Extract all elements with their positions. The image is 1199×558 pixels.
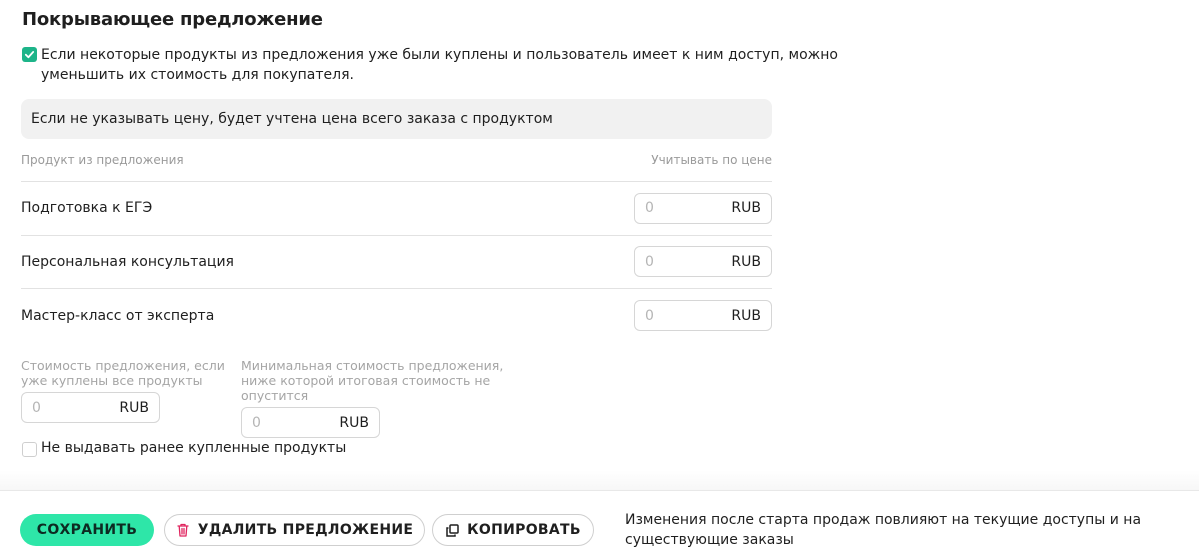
- no-give-checkbox-row[interactable]: Не выдавать ранее купленные продукты: [22, 438, 346, 458]
- delete-offer-label: УДАЛИТЬ ПРЕДЛОЖЕНИЕ: [197, 522, 414, 538]
- save-button-label: СОХРАНИТЬ: [36, 522, 138, 538]
- currency-label: RUB: [731, 253, 761, 270]
- currency-label: RUB: [119, 399, 149, 416]
- price-placeholder: 0: [645, 200, 654, 217]
- footer-shadow: [0, 470, 1199, 490]
- table-row: Мастер-класс от эксперта 0 RUB: [21, 289, 772, 343]
- no-give-checkbox[interactable]: [22, 441, 37, 457]
- product-name: Подготовка к ЕГЭ: [21, 200, 153, 217]
- price-input[interactable]: 0 RUB: [634, 192, 772, 224]
- price-placeholder: 0: [645, 253, 654, 270]
- currency-label: RUB: [731, 200, 761, 217]
- price-input[interactable]: 0 RUB: [634, 246, 772, 278]
- currency-label: RUB: [339, 414, 369, 431]
- copy-button[interactable]: КОПИРОВАТЬ: [432, 514, 594, 546]
- reduce-price-label: Если некоторые продукты из предложения у…: [41, 47, 838, 83]
- table-header: Продукт из предложения Учитывать по цене: [21, 153, 772, 182]
- reduce-price-checkbox[interactable]: [22, 47, 37, 62]
- copy-icon: [445, 523, 459, 537]
- all-bought-cost-label: Стоимость предложения, если уже куплены …: [21, 358, 225, 388]
- reduce-price-checkbox-row[interactable]: Если некоторые продукты из предложения у…: [22, 45, 872, 85]
- table-row: Персональная консультация 0 RUB: [21, 236, 772, 289]
- save-button[interactable]: СОХРАНИТЬ: [20, 514, 154, 546]
- check-icon: [24, 51, 35, 59]
- all-bought-cost-block: Стоимость предложения, если уже куплены …: [21, 358, 231, 423]
- min-cost-block: Минимальная стоимость предложения, ниже …: [241, 358, 541, 438]
- price-placeholder: 0: [32, 399, 41, 416]
- min-cost-label: Минимальная стоимость предложения, ниже …: [241, 358, 504, 403]
- products-table: Продукт из предложения Учитывать по цене…: [21, 153, 772, 343]
- table-row: Подготовка к ЕГЭ 0 RUB: [21, 182, 772, 236]
- delete-offer-button[interactable]: УДАЛИТЬ ПРЕДЛОЖЕНИЕ: [164, 514, 425, 546]
- copy-label: КОПИРОВАТЬ: [467, 522, 581, 538]
- info-text: Если не указывать цену, будет учтена цен…: [31, 111, 553, 127]
- all-bought-cost-input[interactable]: 0 RUB: [21, 392, 160, 423]
- trash-icon: [176, 523, 190, 537]
- column-header-price: Учитывать по цене: [651, 153, 772, 167]
- footer-bar: СОХРАНИТЬ УДАЛИТЬ ПРЕДЛОЖЕНИЕ КОПИРОВАТЬ…: [0, 490, 1199, 558]
- no-give-label: Не выдавать ранее купленные продукты: [41, 440, 347, 456]
- currency-label: RUB: [731, 307, 761, 324]
- product-name: Персональная консультация: [21, 253, 234, 270]
- info-box: Если не указывать цену, будет учтена цен…: [21, 99, 772, 139]
- price-input[interactable]: 0 RUB: [634, 300, 772, 332]
- product-name: Мастер-класс от эксперта: [21, 307, 215, 324]
- min-cost-input[interactable]: 0 RUB: [241, 407, 380, 438]
- column-header-product: Продукт из предложения: [21, 153, 184, 167]
- footer-note: Изменения после старта продаж повлияют н…: [625, 512, 1142, 548]
- price-placeholder: 0: [252, 414, 261, 431]
- section-title: Покрывающее предложение: [22, 9, 323, 30]
- price-placeholder: 0: [645, 307, 654, 324]
